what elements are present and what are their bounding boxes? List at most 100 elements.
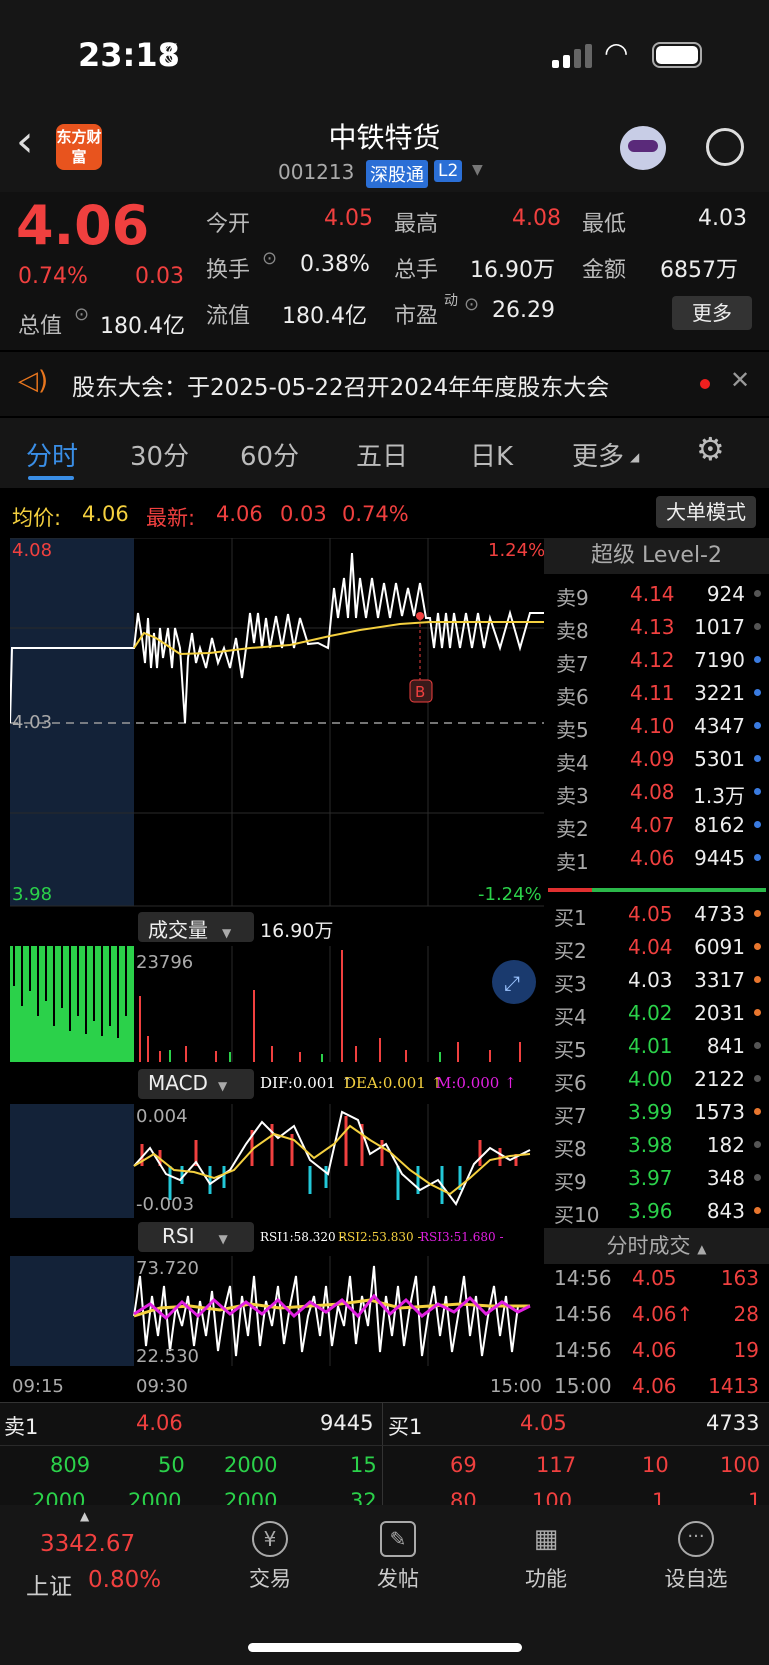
bid-row[interactable]: 买5 4.01 841 [548,1030,763,1063]
dropdown-icon[interactable]: ▼ [472,162,483,178]
ask-row[interactable]: 卖4 4.09 5301 [548,743,763,776]
trade-label: 交易 [249,1567,291,1591]
ask-row[interactable]: 卖2 4.07 8162 [548,809,763,842]
macd-dif: DIF:0.001 ↑ [260,1074,354,1092]
new-pct: 0.74% [342,502,409,526]
expand-up-icon[interactable]: ▲ [80,1509,89,1523]
rsi1-value: RSI1:58.320 - [260,1230,344,1244]
time-open: 09:30 [136,1376,188,1397]
expand-icon: ⤢ [504,971,520,995]
quote-label: 今开 [206,212,251,237]
wifi-icon: ◠ [604,36,629,69]
unread-dot [700,379,710,389]
post-button[interactable]: ✎ 发帖 [358,1521,438,1593]
tab-30min[interactable]: 30分 [130,436,189,473]
macd-label: MACD [148,1071,208,1095]
bid-row[interactable]: 买10 3.96 843 [548,1195,763,1228]
bid-row[interactable]: 买1 4.05 4733 [548,898,763,931]
info-icon[interactable]: ⊙ [74,304,89,325]
trade-button[interactable]: ¥ 交易 [230,1521,310,1593]
dropdown-icon: ▼ [218,1232,228,1246]
queue-cell: 10 [642,1453,669,1477]
big-order-mode-button[interactable]: 大单模式 [656,496,756,528]
avg-label: 均价: [12,506,62,530]
stock-code: 001213 [278,160,355,184]
macd-negative-bars [168,1166,462,1204]
quote-label: 市盈 [394,304,439,329]
robot-assistant-icon[interactable] [620,126,666,170]
quote-label: 金额 [582,258,627,283]
tab-5day[interactable]: 五日 [356,436,408,473]
rsi-selector[interactable]: RSI ▼ [138,1222,254,1252]
volume-value: 16.90万 [260,920,334,942]
queue-buy-label: 买1 [388,1415,423,1439]
auction-volume-bars [10,946,134,1062]
index-value[interactable]: 3342.67 [40,1531,135,1557]
queue-cell: 100 [720,1453,761,1477]
index-name[interactable]: 上证 [26,1567,72,1601]
price-top-label: 4.08 [12,540,52,561]
ask-row[interactable]: 卖7 4.12 7190 [548,644,763,677]
buy-orders: 买1 4.05 4733 买2 4.04 6091 买3 4.03 3317 买4 4.02 2… [548,898,769,1230]
price-bot-label: 3.98 [12,884,52,905]
macd-positive-bars [140,1116,518,1166]
notice-text[interactable]: 股东大会：于2025-05-22召开2024年年度股东大会 [72,368,609,402]
ask-row[interactable]: 卖3 4.08 1.3万 [548,776,763,809]
tab-intraday[interactable]: 分时 [26,436,78,473]
add-watchlist-button[interactable]: ··· 设自选 [648,1521,744,1593]
dropdown-icon: ◢ [630,450,640,464]
rsi-chart[interactable]: 73.720 22.530 [10,1256,544,1368]
quote-label: 总值 [18,314,63,339]
sell-orders: 卖9 4.14 924 卖8 4.13 1017 卖7 4.12 7190 卖6 4.11 32… [548,578,769,884]
quote-label: 总手 [394,258,439,283]
ask-row[interactable]: 卖6 4.11 3221 [548,677,763,710]
info-icon[interactable]: ⊙ [262,248,277,269]
tab-more[interactable]: 更多 [572,436,624,473]
volume-selector[interactable]: 成交量 ▼ [138,912,254,942]
volume-chart[interactable]: 23796 ⤢ [10,946,544,1064]
yuan-icon: ¥ [252,1521,288,1557]
new-label: 最新: [146,506,196,530]
volume-max-label: 23796 [136,952,193,973]
ask-row[interactable]: 卖8 4.13 1017 [548,611,763,644]
more-button[interactable]: 更多 [672,296,752,330]
bid-row[interactable]: 买2 4.04 6091 [548,931,763,964]
quote-label: 最高 [394,212,439,237]
speaker-icon: ◁) [18,366,49,396]
intraday-chart[interactable]: B 4.08 4.03 3.98 1.24% -1.24% [10,538,544,908]
more-dots-icon: ··· [678,1521,714,1557]
bid-row[interactable]: 买6 4.00 2122 [548,1063,763,1096]
bid-row[interactable]: 买8 3.98 182 [548,1129,763,1162]
edit-icon: ✎ [380,1521,416,1557]
search-icon[interactable] [706,128,744,166]
ask-row[interactable]: 卖5 4.10 4347 [548,710,763,743]
order-queue: 卖1 4.06 9445 买1 4.05 4733 809 50 2000 15… [0,1402,769,1513]
ask-row[interactable]: 卖1 4.06 9445 [548,842,763,875]
info-icon[interactable]: ⊙ [464,294,479,315]
tab-60min[interactable]: 60分 [240,436,299,473]
level2-title[interactable]: 超级 Level-2 [544,538,769,574]
rsi3-value: RSI3:51.680 - [420,1230,504,1244]
bid-row[interactable]: 买3 4.03 3317 [548,964,763,997]
index-pct[interactable]: 0.80% [88,1567,161,1593]
ask-row[interactable]: 卖9 4.14 924 [548,578,763,611]
gear-icon[interactable]: ⚙ [696,430,725,468]
tab-daily-k[interactable]: 日K [470,436,513,473]
time-close: 15:00 [490,1376,542,1397]
function-button[interactable]: ▦ 功能 [506,1521,586,1593]
macd-selector[interactable]: MACD ▼ [138,1069,254,1099]
bid-row[interactable]: 买7 3.99 1573 [548,1096,763,1129]
macd-chart[interactable]: 0.004 -0.003 [10,1104,544,1220]
last-price: 4.06 [16,194,150,257]
notice-bar[interactable]: ◁) 股东大会：于2025-05-22召开2024年年度股东大会 ✕ [0,352,769,416]
home-indicator [248,1643,522,1652]
trades-title[interactable]: 分时成交 ▲ [544,1228,769,1264]
close-icon[interactable]: ✕ [730,366,750,394]
quote-value: 26.29 [492,298,555,323]
bid-row[interactable]: 买4 4.02 2031 [548,997,763,1030]
queue-cell: 117 [536,1453,577,1477]
battery-icon [652,42,702,68]
post-label: 发帖 [377,1567,419,1591]
bid-row[interactable]: 买9 3.97 348 [548,1162,763,1195]
new-change: 0.03 [280,502,327,526]
